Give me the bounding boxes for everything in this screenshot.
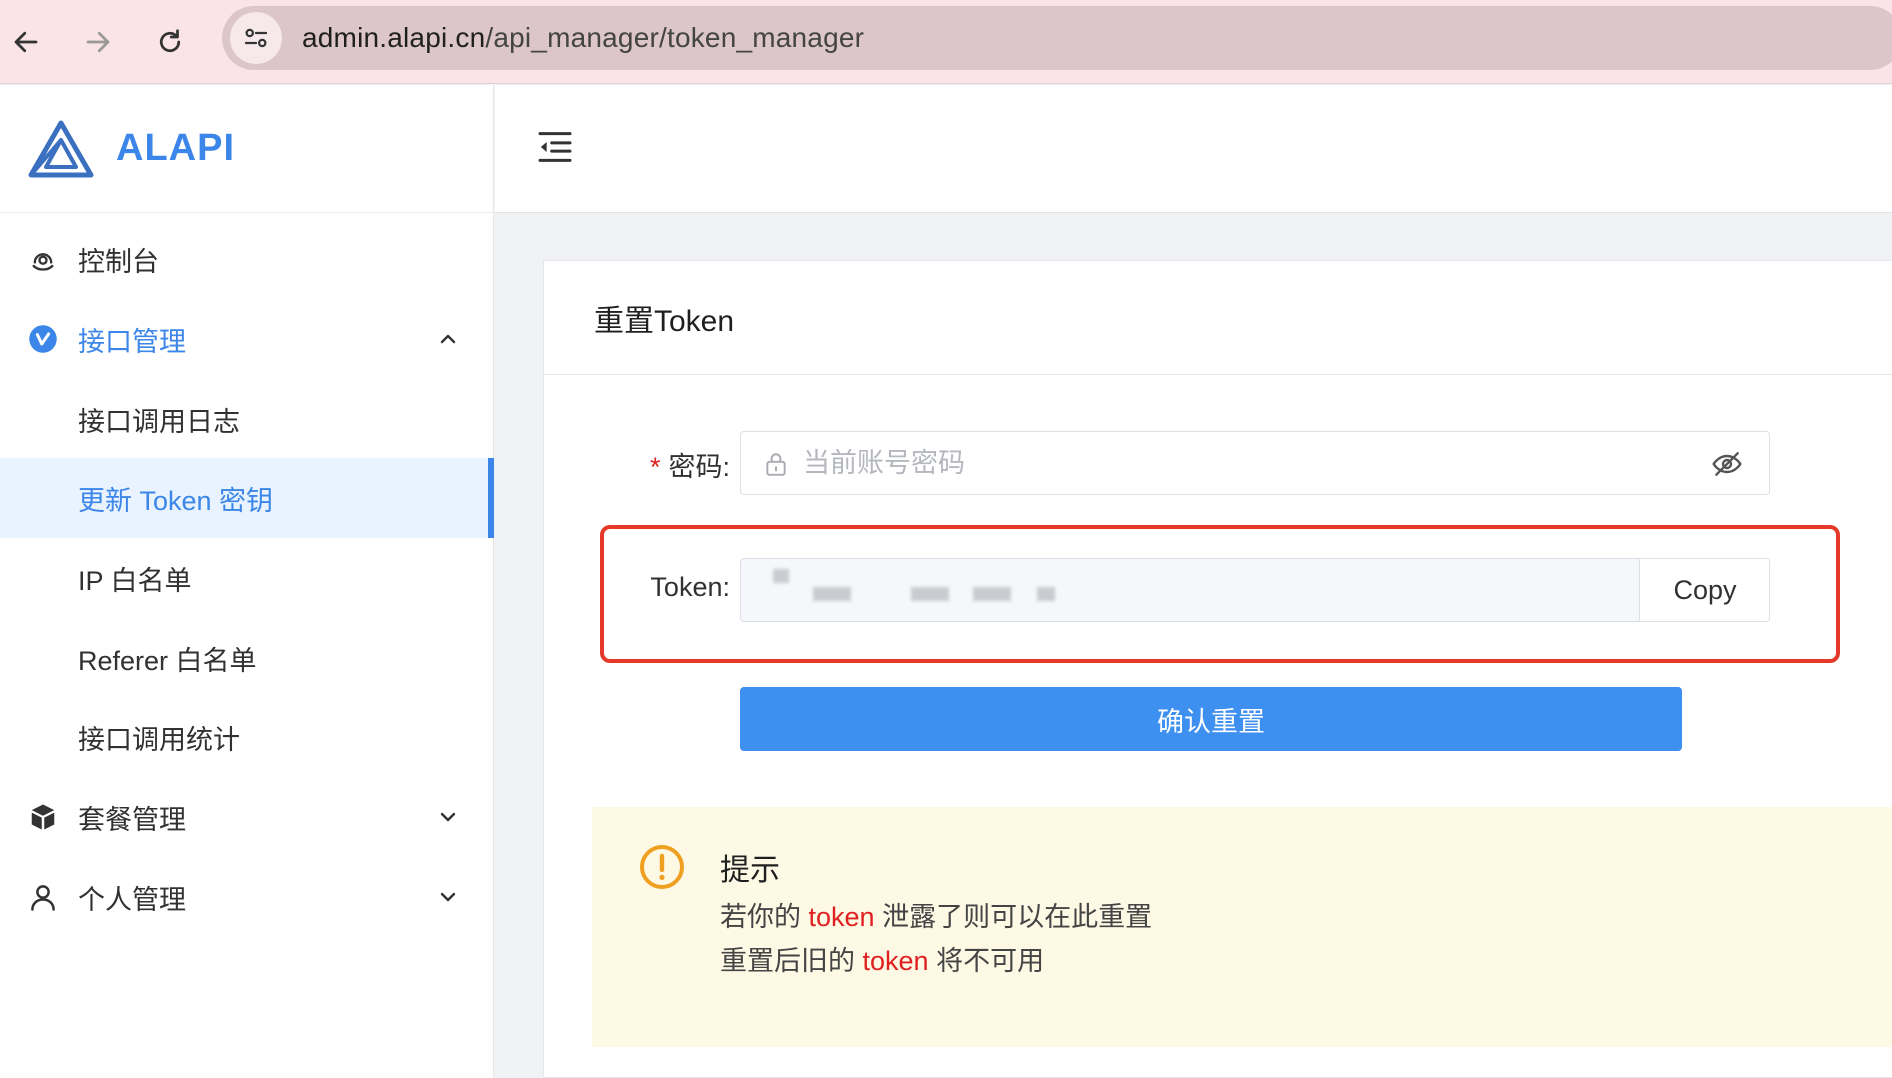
sidebar-item-label: 更新 Token 密钥 [78,485,274,516]
tip-title: 提示 [720,854,780,887]
sidebar-item-call-log[interactable]: 接口调用日志 [0,379,494,459]
tip-line-2: 重置后旧的 token 将不可用 [720,939,1044,978]
forward-button[interactable] [74,18,122,66]
browser-toolbar: admin.alapi.cn/api_manager/token_manager [0,0,1892,84]
collapse-menu-icon[interactable] [535,127,575,167]
back-arrow-icon [14,31,38,53]
sidebar-item-label: Referer 白名单 [78,645,257,676]
token-label-text: Token [650,572,723,602]
dashboard-icon [28,244,58,274]
sidebar-item-referer-whitelist[interactable]: Referer 白名单 [0,618,494,698]
address-bar[interactable]: admin.alapi.cn/api_manager/token_manager [222,6,1892,70]
tip-alert: 提示 若你的 token 泄露了则可以在此重置 重置后旧的 token 将不可用 [592,807,1892,1047]
reload-button[interactable] [146,18,194,66]
token-label: Token: [650,572,730,602]
sidebar-item-ip-whitelist[interactable]: IP 白名单 [0,538,494,618]
sidebar-item-label: 套餐管理 [78,804,186,835]
logo-row[interactable]: ALAPI [0,85,493,213]
chevron-down-icon [440,812,456,822]
sidebar-item-api-management[interactable]: 接口管理 [0,299,494,379]
sidebar-item-label: 控制台 [78,246,159,277]
back-button[interactable] [2,18,50,66]
forward-arrow-icon [86,31,110,53]
tip-line-1: 若你的 token 泄露了则可以在此重置 [720,895,1152,934]
package-box-icon [28,802,58,832]
confirm-reset-button[interactable]: 确认重置 [740,687,1682,751]
token-value-redacted [741,559,1639,621]
password-label-text: 密码 [668,452,723,482]
verified-badge-icon [28,324,58,354]
warning-circle-icon [640,845,684,889]
sidebar-item-call-stats[interactable]: 接口调用统计 [0,697,494,777]
content-header [495,85,1892,213]
lock-icon [766,453,786,476]
sidebar-item-dashboard[interactable]: 控制台 [0,219,494,299]
site-settings-icon[interactable] [230,12,282,64]
sidebar-item-packages[interactable]: 套餐管理 [0,777,494,857]
url-path: /api_manager/token_manager [485,22,865,53]
password-input[interactable] [803,438,1683,488]
reload-icon [159,29,181,53]
required-mark: * [649,452,661,482]
url-text: admin.alapi.cn/api_manager/token_manager [302,22,864,54]
card-title: 重置Token [544,261,1892,375]
sidebar-item-personal[interactable]: 个人管理 [0,857,494,937]
tip-highlight: token [862,946,929,976]
chevron-down-icon [440,892,456,902]
url-host: admin.alapi.cn [302,22,486,53]
copy-button[interactable]: Copy [1639,559,1769,621]
eye-hidden-icon[interactable] [1711,448,1743,480]
sidebar-item-label: 接口调用统计 [78,724,240,755]
tip-text: 若你的 [720,902,801,932]
sidebar-item-label: 个人管理 [78,884,186,915]
chevron-up-icon [440,334,456,344]
reset-token-card: 重置Token * 密码: Token: Copy 确认重置 提示 若你的 tok… [543,260,1892,1078]
token-field[interactable]: Copy [740,558,1770,622]
sidebar-item-update-token[interactable]: 更新 Token 密钥 [0,458,494,538]
tip-text: 重置后旧的 [720,946,855,976]
user-icon [28,882,58,912]
tip-text: 泄露了则可以在此重置 [882,902,1153,932]
sidebar-item-label: IP 白名单 [78,565,192,596]
sidebar-item-label: 接口调用日志 [78,406,240,437]
logo-text: ALAPI [116,127,235,169]
sidebar-item-label: 接口管理 [78,326,186,357]
tip-highlight: token [808,902,875,932]
password-field[interactable] [740,431,1770,495]
alapi-logo-icon [28,120,94,177]
password-label: * 密码: [649,452,730,482]
tip-text: 将不可用 [936,946,1045,976]
sidebar: ALAPI 控制台 接口管理 接口调用日志 更新 Token 密钥 IP 白名单… [0,85,494,1078]
